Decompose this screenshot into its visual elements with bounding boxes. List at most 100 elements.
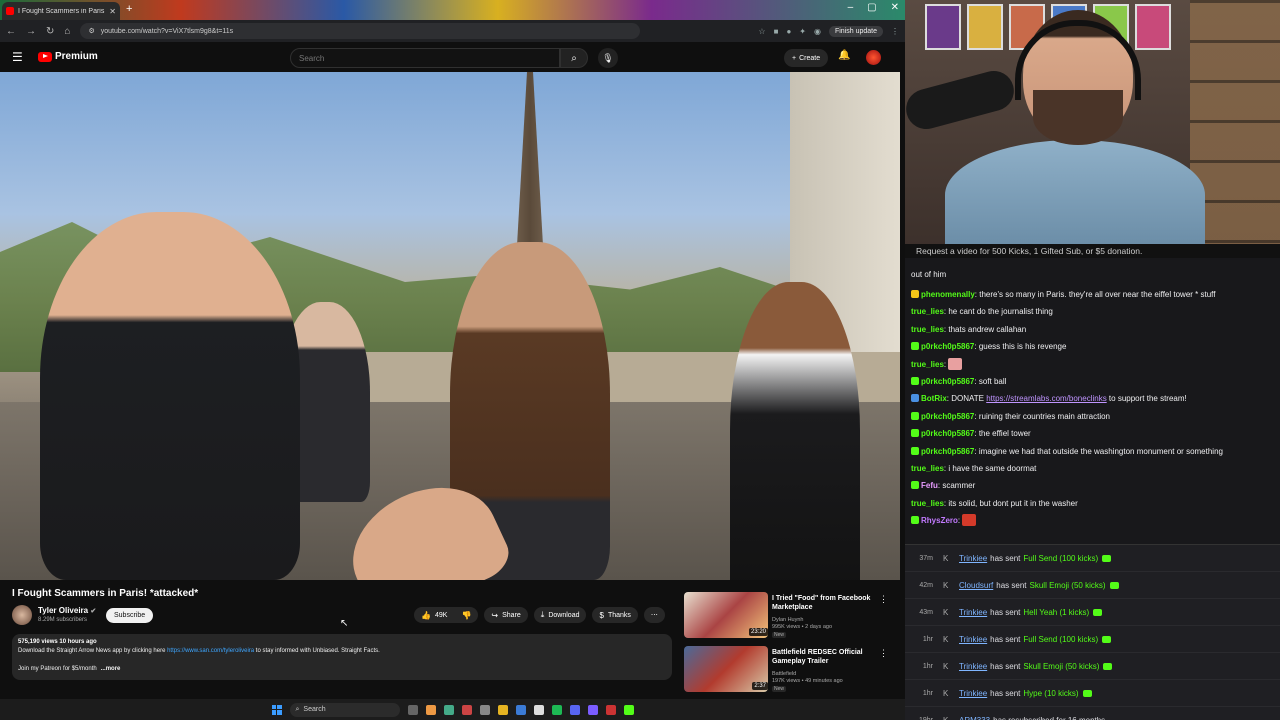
kick-icon[interactable] [623,704,634,715]
app-icon[interactable] [425,704,436,715]
extensions-puzzle-icon[interactable]: ✦ [799,27,806,36]
description-link[interactable]: https://www.san.com/tyleroliveira [167,648,254,654]
event-username[interactable]: Cloudsurf [959,581,993,590]
reload-icon[interactable]: ↻ [46,26,54,37]
home-icon[interactable]: ⌂ [64,26,70,37]
app-icon[interactable] [479,704,490,715]
chat-username[interactable]: p0rkch0p5867 [921,342,974,351]
profile-icon[interactable]: ◉ [814,27,821,36]
new-tab-icon[interactable]: + [126,3,132,15]
chat-username[interactable]: p0rkch0p5867 [921,377,974,386]
windows-start-icon[interactable] [271,704,282,715]
chat-link[interactable]: https://streamlabs.com/boneclinks [986,394,1107,403]
like-button[interactable]: 👍 49K 👎 [414,607,479,623]
event-username[interactable]: Trinkiee [959,635,987,644]
youtube-header: ☰ Premium ⌕ 🎙 +Create 🔔 [0,42,905,72]
show-more-link[interactable]: ...more [101,666,121,672]
chat-username[interactable]: p0rkch0p5867 [921,447,974,456]
video-player[interactable] [0,72,900,580]
maximize-icon[interactable]: ▢ [867,2,876,13]
account-avatar[interactable] [866,50,881,65]
app-icon[interactable] [605,704,616,715]
url-field[interactable]: ⚙ youtube.com/watch?v=ViX7tlsm9g8&t=11s [80,23,641,39]
search-button[interactable]: ⌕ [560,48,588,68]
event-time: 1hr [922,662,933,670]
video-person-right [730,282,860,580]
close-tab-icon[interactable]: ✕ [109,7,116,16]
app-icon[interactable] [515,704,526,715]
minimize-icon[interactable]: – [848,2,854,13]
search-icon: ⌕ [295,705,300,713]
channel-name-row[interactable]: Tyler Oliveira ✔ [38,606,96,615]
create-button[interactable]: + Create [784,49,829,67]
chat-username[interactable]: true_lies [911,325,944,334]
taskbar-search[interactable]: ⌕ Search [289,702,400,717]
close-window-icon[interactable]: ✕ [891,2,899,13]
notifications-bell-icon[interactable]: 🔔 [838,50,850,61]
event-row: 42m K Cloudsurf has sent Skull Emoji (50 kic… [905,572,1280,599]
recommended-video[interactable]: 23:20 I Tried "Food" from Facebook Marke… [684,590,894,644]
bookmark-star-icon[interactable]: ☆ [758,27,765,36]
chat-username[interactable]: p0rkch0p5867 [921,429,974,438]
channel-name[interactable]: Tyler Oliveira [38,606,88,615]
voice-search-button[interactable]: 🎙 [598,48,618,68]
recommended-video[interactable]: 2:37 Battlefield REDSEC Official Gamepla… [684,644,894,698]
youtube-logo[interactable]: Premium [38,51,98,62]
event-action: has sent [990,553,1021,563]
search-input[interactable] [299,53,559,63]
chat-username[interactable]: p0rkch0p5867 [921,412,974,421]
more-options-icon[interactable]: ⋮ [879,594,888,605]
new-badge: New [772,686,787,692]
chat-username[interactable]: Fefu [921,481,938,490]
chat-username[interactable]: BotRix [921,394,947,403]
file-explorer-icon[interactable] [497,704,508,715]
chrome-icon[interactable] [443,704,454,715]
download-button[interactable]: ⤓ Download [533,607,587,623]
description-box[interactable]: 575,190 views 10 hours ago Download the … [12,634,672,680]
chat-continuation: out of him [911,270,947,279]
thumbs-down-icon[interactable]: 👎 [461,611,471,620]
extension-icon[interactable]: ● [786,27,791,36]
event-username[interactable]: Trinkiee [959,662,987,671]
site-info-icon[interactable]: ⚙ [88,27,94,35]
subscriber-count: 8.29M subscribers [38,617,88,623]
app-icon[interactable] [533,704,544,715]
event-username[interactable]: Trinkiee [959,608,987,617]
more-actions-button[interactable]: ⋯ [643,607,665,623]
chat-username[interactable]: RhysZero [921,516,958,525]
event-username[interactable]: Trinkiee [959,554,987,563]
app-icon[interactable] [587,704,598,715]
stream-chat: Request a video for 500 Kicks, 1 Gifted … [905,244,1280,544]
chat-username[interactable]: true_lies [911,499,944,508]
task-view-icon[interactable] [407,704,418,715]
recommended-title[interactable]: I Tried "Food" from Facebook Marketplace [772,594,882,612]
extension-icon[interactable]: ■ [774,27,779,36]
spotify-icon[interactable] [551,704,562,715]
finish-update-button[interactable]: Finish update [828,25,883,37]
share-button[interactable]: ↪ Share [484,607,528,623]
event-username[interactable]: Trinkiee [959,689,987,698]
chat-username[interactable]: true_lies [911,360,944,369]
event-item: Full Send (100 kicks) [1023,553,1099,563]
chat-username[interactable]: true_lies [911,464,944,473]
channel-avatar[interactable] [12,605,32,625]
chat-message: p0rkch0p5867: guess this is his revenge [911,338,1273,355]
chat-message: true_lies: its solid, but dont put it in… [911,495,1273,512]
hamburger-menu-icon[interactable]: ☰ [12,50,23,64]
thanks-button[interactable]: $ Thanks [592,607,638,623]
browser-menu-icon[interactable]: ⋮ [891,27,899,36]
app-icon[interactable] [461,704,472,715]
forward-icon[interactable]: → [26,26,36,37]
subscribe-button[interactable]: Subscribe [106,608,154,623]
recommended-channel: Battlefield [772,671,797,677]
back-icon[interactable]: ← [6,26,16,37]
chat-username[interactable]: phenomenally [921,290,975,299]
chat-emote-icon [948,357,963,370]
discord-icon[interactable] [569,704,580,715]
share-icon: ↪ [491,610,499,620]
recommended-title[interactable]: Battlefield REDSEC Official Gameplay Tra… [772,648,882,666]
more-options-icon[interactable]: ⋮ [879,648,888,659]
event-username[interactable]: ARM333 [959,716,990,720]
browser-tab[interactable]: I Fought Scammers in Paris ✕ [2,2,120,20]
chat-username[interactable]: true_lies [911,307,944,316]
